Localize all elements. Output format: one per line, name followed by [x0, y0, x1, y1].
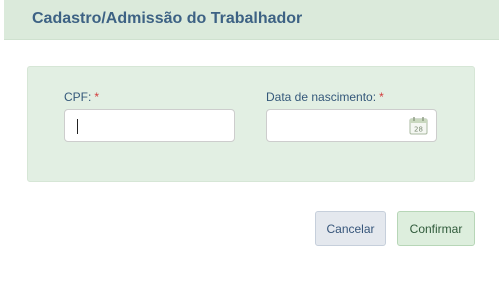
cpf-input[interactable] — [64, 109, 235, 142]
dialog-header: Cadastro/Admissão do Trabalhador — [4, 0, 499, 40]
cancel-button[interactable]: Cancelar — [315, 211, 386, 246]
form-panel: CPF: * Data de nascimento: * 28 — [27, 66, 475, 182]
cpf-label-text: CPF: — [64, 90, 92, 104]
birth-date-label: Data de nascimento: * — [266, 90, 384, 104]
birth-date-required-mark: * — [379, 90, 384, 104]
confirm-button[interactable]: Confirmar — [397, 211, 475, 246]
calendar-icon[interactable]: 28 — [409, 116, 428, 135]
text-cursor — [77, 119, 78, 134]
birth-date-label-text: Data de nascimento: — [266, 90, 377, 104]
calendar-day-number: 28 — [414, 126, 423, 134]
birth-date-input[interactable]: 28 — [266, 109, 437, 142]
cpf-required-mark: * — [94, 90, 100, 104]
dialog-title: Cadastro/Admissão do Trabalhador — [32, 10, 303, 27]
cpf-label: CPF: * — [64, 90, 99, 104]
